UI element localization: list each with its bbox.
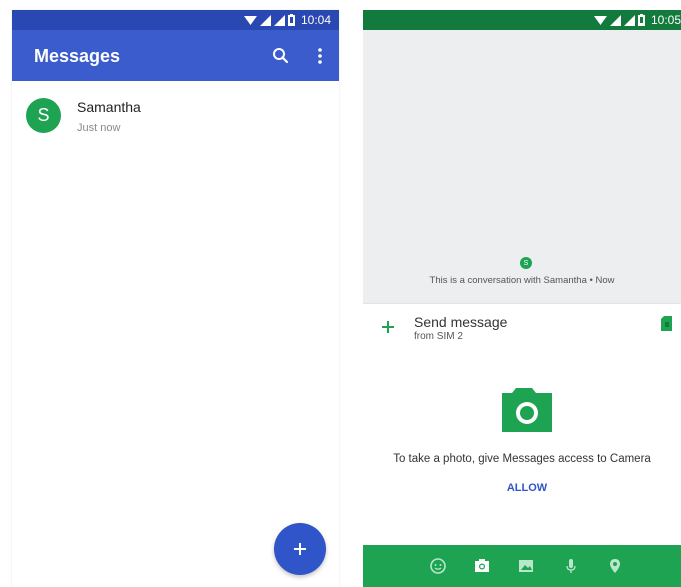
plus-icon [294,543,306,555]
avatar: S [26,98,61,133]
camera-permission-panel: To take a photo, give Messages access to… [363,351,681,546]
conversation-time: Just now [77,122,121,134]
location-icon[interactable] [607,558,623,574]
contact-name: Samantha [77,99,141,115]
camera-icon[interactable] [474,558,490,574]
status-bar: 10:04 [12,10,339,30]
allow-button[interactable]: ALLOW [501,482,553,494]
wifi-icon [593,15,607,25]
more-options-icon[interactable] [315,46,325,66]
signal-icon [273,14,285,26]
status-icons: 10:04 [243,10,331,30]
sticker-icon[interactable] [430,558,446,574]
conversation-info: This is a conversation with Samantha • N… [429,275,615,286]
mic-icon[interactable] [563,558,579,574]
sim-icon[interactable] [661,316,672,331]
status-icons: 10:05 [593,10,681,30]
search-icon[interactable] [271,46,291,66]
app-title: Messages [34,46,121,66]
wifi-icon [243,15,257,25]
gallery-icon[interactable] [518,558,534,574]
status-bar: 10:05 [363,10,681,30]
battery-icon [287,14,295,26]
signal-icon [259,14,271,26]
conversation-screen: 10:05 S This is a conversation with Sama… [363,10,681,587]
compose-bar: Send message from SIM 2 [363,303,681,351]
conversation-list-item[interactable]: S Samantha Just now [12,92,339,148]
app-bar: Messages [12,30,339,81]
media-toolbar [363,545,681,587]
camera-permission-text: To take a photo, give Messages access to… [393,453,651,465]
camera-icon [502,388,552,432]
conversation-area: S This is a conversation with Samantha •… [363,30,681,303]
message-input[interactable]: Send message [414,314,507,330]
add-attachment-icon[interactable] [380,319,396,335]
avatar: S [520,257,532,269]
new-conversation-button[interactable] [274,523,326,575]
conversation-list-screen: 10:04 Messages S Samantha Just now [12,10,339,587]
sim-label: from SIM 2 [414,331,463,342]
status-time: 10:04 [300,13,331,27]
signal-icon [623,14,635,26]
signal-icon [609,14,621,26]
battery-icon [637,14,645,26]
status-time: 10:05 [650,13,681,27]
